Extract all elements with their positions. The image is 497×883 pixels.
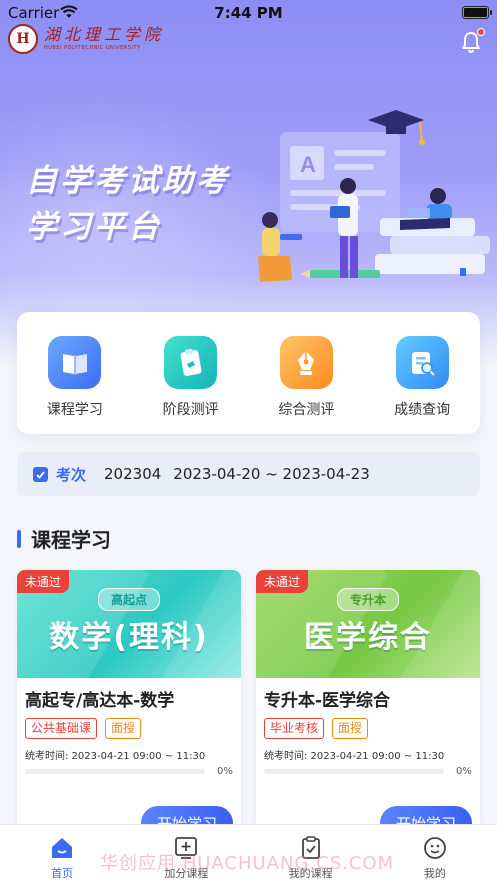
study-illustration: A <box>258 110 490 282</box>
course-banner: 未通过 高起点 数学(理科) <box>17 570 241 678</box>
course-name: 专升本-医学综合 <box>264 691 391 711</box>
banner-level-tag: 专升本 <box>336 588 400 611</box>
menu-label: 成绩查询 <box>394 402 451 418</box>
course-card[interactable]: 未通过 高起点 数学(理科) 高起专/高达本-数学 公共基础课 面授 统考时间:… <box>17 570 241 832</box>
banner-title: 数学(理科) <box>49 620 209 655</box>
home-icon <box>52 838 73 858</box>
tab-profile[interactable]: 我的 <box>390 835 480 883</box>
course-card[interactable]: 未通过 专升本 医学综合 专升本-医学综合 毕业考核 面授 统考时间: 2023… <box>256 570 480 832</box>
logo-english-name: HUBEI POLYTECHNIC UNIVERSITY <box>44 45 141 51</box>
course-name: 高起专/高达本-数学 <box>25 691 175 711</box>
course-tag: 毕业考核 <box>264 718 325 739</box>
book-icon <box>48 336 102 389</box>
status-badge: 未通过 <box>17 570 70 593</box>
logo-seal: H <box>8 24 38 54</box>
section-heading: 课程学习 <box>17 524 111 553</box>
quick-menu: 课程学习 阶段测评 综合测评 成绩查询 <box>17 312 480 434</box>
section-accent-bar <box>17 529 21 548</box>
logo-chinese-name: 湖北理工学院 <box>44 25 165 44</box>
watermark: 华创应用 HUACHUANG.CS.COM <box>100 853 395 874</box>
notification-dot <box>477 28 485 36</box>
exam-date-range: 2023-04-20 ~ 2023-04-23 <box>173 465 370 483</box>
course-tag: 公共基础课 <box>25 718 98 739</box>
menu-comprehensive-test[interactable]: 综合测评 <box>256 336 356 434</box>
menu-score-query[interactable]: 成绩查询 <box>372 336 472 434</box>
svg-text:A: A <box>300 152 316 177</box>
hero-line-1: 自学考试助考 <box>26 163 230 199</box>
menu-label: 课程学习 <box>46 402 103 418</box>
status-badge: 未通过 <box>256 570 309 593</box>
status-time: 7:44 PM <box>214 4 283 22</box>
university-logo: H 湖北理工学院 HUBEI POLYTECHNIC UNIVERSITY <box>8 24 164 54</box>
tab-label: 我的 <box>423 867 446 880</box>
progress-bar <box>25 769 205 774</box>
banner-level-tag: 高起点 <box>97 588 161 611</box>
exam-label: 考次 <box>56 465 87 484</box>
hero-line-2: 学习平台 <box>26 209 162 245</box>
exam-time: 统考时间: 2023-04-21 09:00 ~ 11:30 <box>25 751 206 762</box>
course-tag: 面授 <box>332 718 369 739</box>
course-tag: 面授 <box>105 718 142 739</box>
pen-nib-icon <box>279 336 333 389</box>
menu-stage-test[interactable]: 阶段测评 <box>141 336 241 434</box>
hero-banner: Carrier 7:44 PM H 湖北理工学院 HUBEI POLYTECHN… <box>0 0 497 365</box>
exam-session-bar[interactable]: 考次 202304 2023-04-20 ~ 2023-04-23 <box>17 452 480 496</box>
progress-bar <box>264 769 444 774</box>
menu-label: 综合测评 <box>278 402 335 418</box>
exam-term: 202304 <box>104 465 162 483</box>
course-banner: 未通过 专升本 医学综合 <box>256 570 480 678</box>
section-title: 课程学习 <box>31 528 111 552</box>
clipboard-icon <box>164 336 218 389</box>
progress-percent: 0% <box>456 766 472 777</box>
battery-icon <box>462 6 492 19</box>
menu-course-study[interactable]: 课程学习 <box>25 336 125 434</box>
progress-percent: 0% <box>217 766 233 777</box>
profile-icon <box>423 837 446 859</box>
tab-label: 首页 <box>51 867 74 880</box>
report-icon <box>395 336 449 389</box>
status-bar: Carrier 7:44 PM <box>0 0 497 26</box>
hero-headline: 自学考试助考 学习平台 <box>26 158 230 250</box>
exam-time: 统考时间: 2023-04-21 09:00 ~ 11:30 <box>264 751 445 762</box>
checklist-icon <box>33 466 48 482</box>
notification-button[interactable] <box>459 28 485 54</box>
menu-label: 阶段测评 <box>162 402 219 418</box>
banner-title: 医学综合 <box>304 620 432 655</box>
tab-home[interactable]: 首页 <box>17 835 107 883</box>
